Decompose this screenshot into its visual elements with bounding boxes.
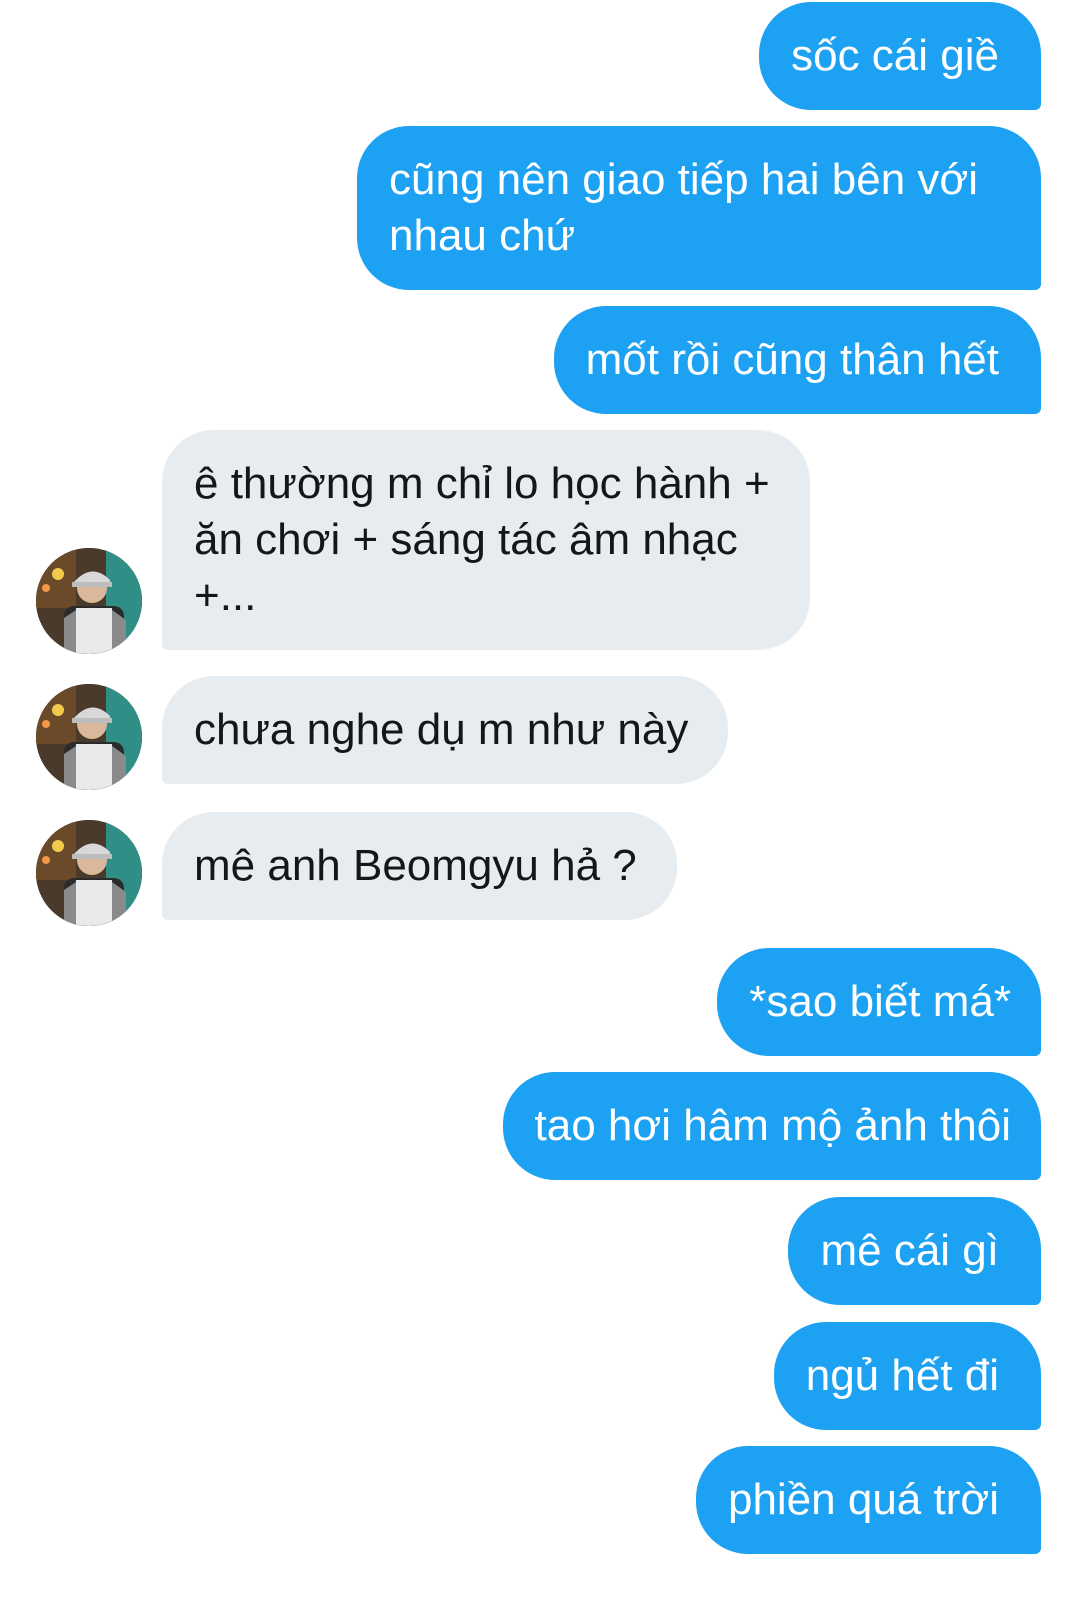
message-text: *sao biết má* bbox=[749, 977, 1011, 1026]
outgoing-message[interactable]: cũng nên giao tiếp hai bên với nhau chứ bbox=[357, 126, 1041, 290]
message-text: sốc cái giề bbox=[791, 31, 999, 80]
message-text: tao hơi hâm mộ ảnh thôi bbox=[534, 1101, 1011, 1150]
outgoing-message[interactable]: phiền quá trời bbox=[695, 1446, 1041, 1554]
message-text-line: +... bbox=[194, 571, 257, 620]
outgoing-message[interactable]: mốt rồi cũng thân hết bbox=[553, 306, 1041, 414]
outgoing-message[interactable]: *sao biết má* bbox=[717, 948, 1041, 1056]
message-text: phiền quá trời bbox=[727, 1475, 999, 1524]
profile-photo-avatar-icon bbox=[36, 820, 142, 926]
profile-photo-avatar-icon bbox=[36, 548, 142, 654]
message-text: mê cái gì bbox=[820, 1226, 999, 1275]
message-text: mê anh Beomgyu hả ? bbox=[194, 841, 637, 890]
message-text-line: ăn chơi + sáng tác âm nhạc bbox=[194, 515, 738, 564]
outgoing-message[interactable]: mê cái gì bbox=[788, 1197, 1041, 1305]
incoming-message[interactable]: chưa nghe dụ m như này bbox=[162, 676, 729, 784]
message-text-line: nhau chứ bbox=[389, 211, 576, 260]
incoming-message[interactable]: ê thường m chỉ lo học hành + ăn chơi + s… bbox=[162, 430, 810, 650]
profile-photo-avatar-icon bbox=[36, 684, 142, 790]
avatar[interactable] bbox=[36, 684, 142, 790]
message-text-line: cũng nên giao tiếp hai bên với bbox=[389, 155, 979, 204]
message-thread: sốc cái giề cũng nên giao tiếp hai bên v… bbox=[0, 0, 1079, 1624]
incoming-message[interactable]: mê anh Beomgyu hả ? bbox=[162, 812, 677, 920]
avatar[interactable] bbox=[36, 820, 142, 926]
avatar[interactable] bbox=[36, 548, 142, 654]
outgoing-message[interactable]: sốc cái giề bbox=[759, 2, 1041, 110]
outgoing-message[interactable]: tao hơi hâm mộ ảnh thôi bbox=[502, 1072, 1041, 1180]
outgoing-message[interactable]: ngủ hết đi bbox=[773, 1322, 1041, 1430]
message-text-line: ê thường m chỉ lo học hành + bbox=[194, 459, 770, 508]
message-text: ngủ hết đi bbox=[805, 1351, 999, 1400]
message-text: mốt rồi cũng thân hết bbox=[585, 335, 999, 384]
message-text: chưa nghe dụ m như này bbox=[194, 705, 689, 754]
